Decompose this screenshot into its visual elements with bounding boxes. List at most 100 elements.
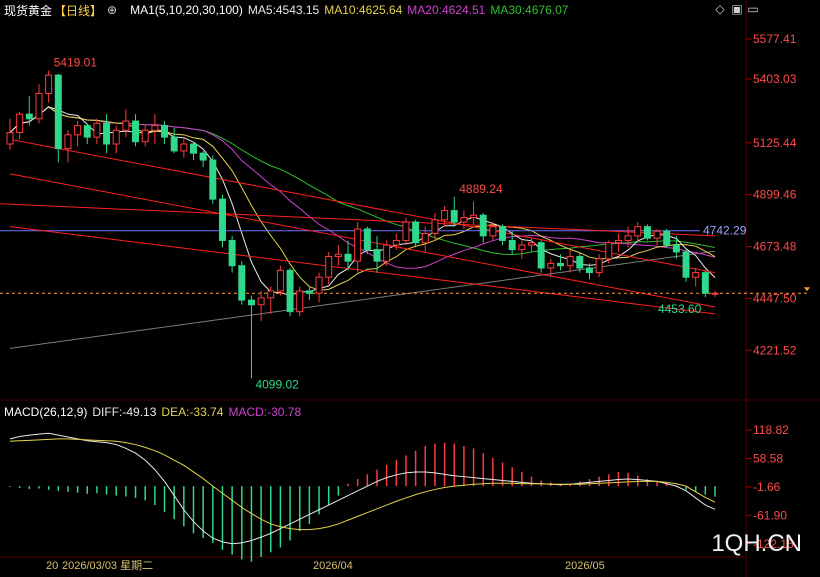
candle[interactable] (354, 228, 362, 262)
macd-axis-label: 118.82 (753, 423, 789, 437)
period-label[interactable]: 【日线】 (54, 2, 102, 19)
ma-title[interactable]: MA1(5,10,20,30,100) (130, 3, 243, 17)
price-axis-label: 5125.44 (753, 136, 797, 150)
candle[interactable] (74, 125, 82, 136)
macd-axis-label: -61.90 (753, 508, 787, 522)
settings-icon[interactable]: ⊕ (107, 3, 117, 17)
candle[interactable] (363, 228, 371, 251)
candle[interactable] (334, 253, 342, 258)
candle[interactable] (228, 239, 236, 267)
candle[interactable] (83, 125, 91, 138)
candle[interactable] (45, 74, 53, 94)
candle[interactable] (663, 230, 671, 246)
main-header: 现货黄金 【日线】 ⊕ MA1(5,10,20,30,100) MA5:4543… (4, 2, 573, 18)
candle[interactable] (170, 136, 178, 152)
candle[interactable] (161, 125, 169, 138)
candle[interactable] (566, 256, 574, 267)
candle[interactable] (556, 262, 564, 267)
candle[interactable] (614, 239, 622, 244)
candle[interactable] (344, 253, 352, 262)
candle[interactable] (257, 297, 265, 306)
candle[interactable] (151, 125, 159, 131)
candle[interactable] (315, 276, 323, 294)
ma100-line (9, 250, 716, 349)
ma5-value: MA5:4543.15 (247, 3, 320, 17)
symbol-name[interactable]: 现货黄金 (4, 2, 52, 19)
candle[interactable] (25, 113, 33, 120)
time-axis-label: 2026/04 (313, 560, 353, 572)
candle[interactable] (267, 290, 275, 299)
candle[interactable] (64, 134, 72, 150)
candle[interactable] (605, 242, 613, 260)
candle[interactable] (643, 226, 651, 239)
candle[interactable] (528, 242, 536, 246)
candle[interactable] (711, 292, 719, 295)
candle[interactable] (132, 120, 140, 143)
candle[interactable] (209, 159, 217, 200)
low-price-label: 4099.02 (255, 377, 299, 391)
candle[interactable] (180, 143, 188, 152)
candle[interactable] (470, 214, 478, 218)
candle[interactable] (296, 290, 304, 313)
candle[interactable] (537, 242, 545, 269)
candle[interactable] (508, 239, 516, 251)
candle[interactable] (16, 113, 24, 134)
candle[interactable] (692, 272, 700, 278)
candle[interactable] (431, 219, 439, 235)
collapse-icon[interactable]: ▭ (746, 2, 760, 16)
candle[interactable] (392, 239, 400, 246)
close-panel-icon[interactable]: ▣ (730, 2, 744, 16)
candle[interactable] (479, 214, 487, 237)
candlesticks[interactable] (6, 70, 719, 379)
hline-value-label: 4742.29 (703, 224, 747, 238)
candle[interactable] (421, 233, 429, 244)
candle[interactable] (35, 92, 43, 120)
candle[interactable] (305, 290, 313, 294)
time-axis-prefix: 20 (46, 560, 58, 572)
macd-axis-label: 58.58 (753, 451, 783, 465)
candle[interactable] (499, 226, 507, 241)
macd-histogram (9, 442, 716, 562)
candle[interactable] (218, 198, 226, 241)
candle[interactable] (701, 272, 709, 294)
candle[interactable] (547, 262, 555, 269)
candle[interactable] (199, 152, 207, 161)
candle[interactable] (634, 226, 642, 237)
candle[interactable] (93, 122, 101, 138)
candle[interactable] (325, 256, 333, 278)
candle[interactable] (6, 132, 14, 145)
macd-title[interactable]: MACD(26,12,9) (4, 405, 87, 419)
candle[interactable] (576, 256, 584, 269)
current-price-marker (804, 287, 810, 292)
kline-chart[interactable]: 118.8258.58-1.66-61.90-122.15 5577.41540… (0, 0, 820, 577)
candle[interactable] (518, 244, 526, 251)
dock-icon[interactable]: ◇ (713, 2, 727, 16)
candle[interactable] (412, 221, 420, 244)
candle[interactable] (672, 244, 680, 253)
candle[interactable] (460, 216, 468, 223)
candle[interactable] (489, 226, 497, 237)
candle[interactable] (450, 210, 458, 223)
candle[interactable] (103, 122, 111, 145)
candle[interactable] (238, 265, 246, 301)
price-axis-label: 4899.46 (753, 188, 797, 202)
candle[interactable] (402, 221, 410, 241)
candle[interactable] (383, 244, 391, 262)
candle[interactable] (247, 299, 255, 306)
candle[interactable] (441, 210, 449, 221)
candle[interactable] (141, 129, 149, 143)
candle[interactable] (112, 129, 120, 145)
price-axis-label: 4673.48 (753, 240, 797, 254)
candle[interactable] (595, 258, 603, 274)
candle[interactable] (682, 251, 690, 278)
candle[interactable] (276, 269, 284, 292)
macd-axis-label: -1.66 (753, 480, 781, 494)
candle[interactable] (122, 120, 130, 131)
candle[interactable] (624, 235, 632, 241)
candle[interactable] (585, 267, 593, 274)
candle[interactable] (653, 230, 661, 239)
candle[interactable] (189, 143, 197, 154)
candle[interactable] (286, 269, 294, 313)
candle[interactable] (54, 74, 62, 150)
candle[interactable] (373, 249, 381, 262)
